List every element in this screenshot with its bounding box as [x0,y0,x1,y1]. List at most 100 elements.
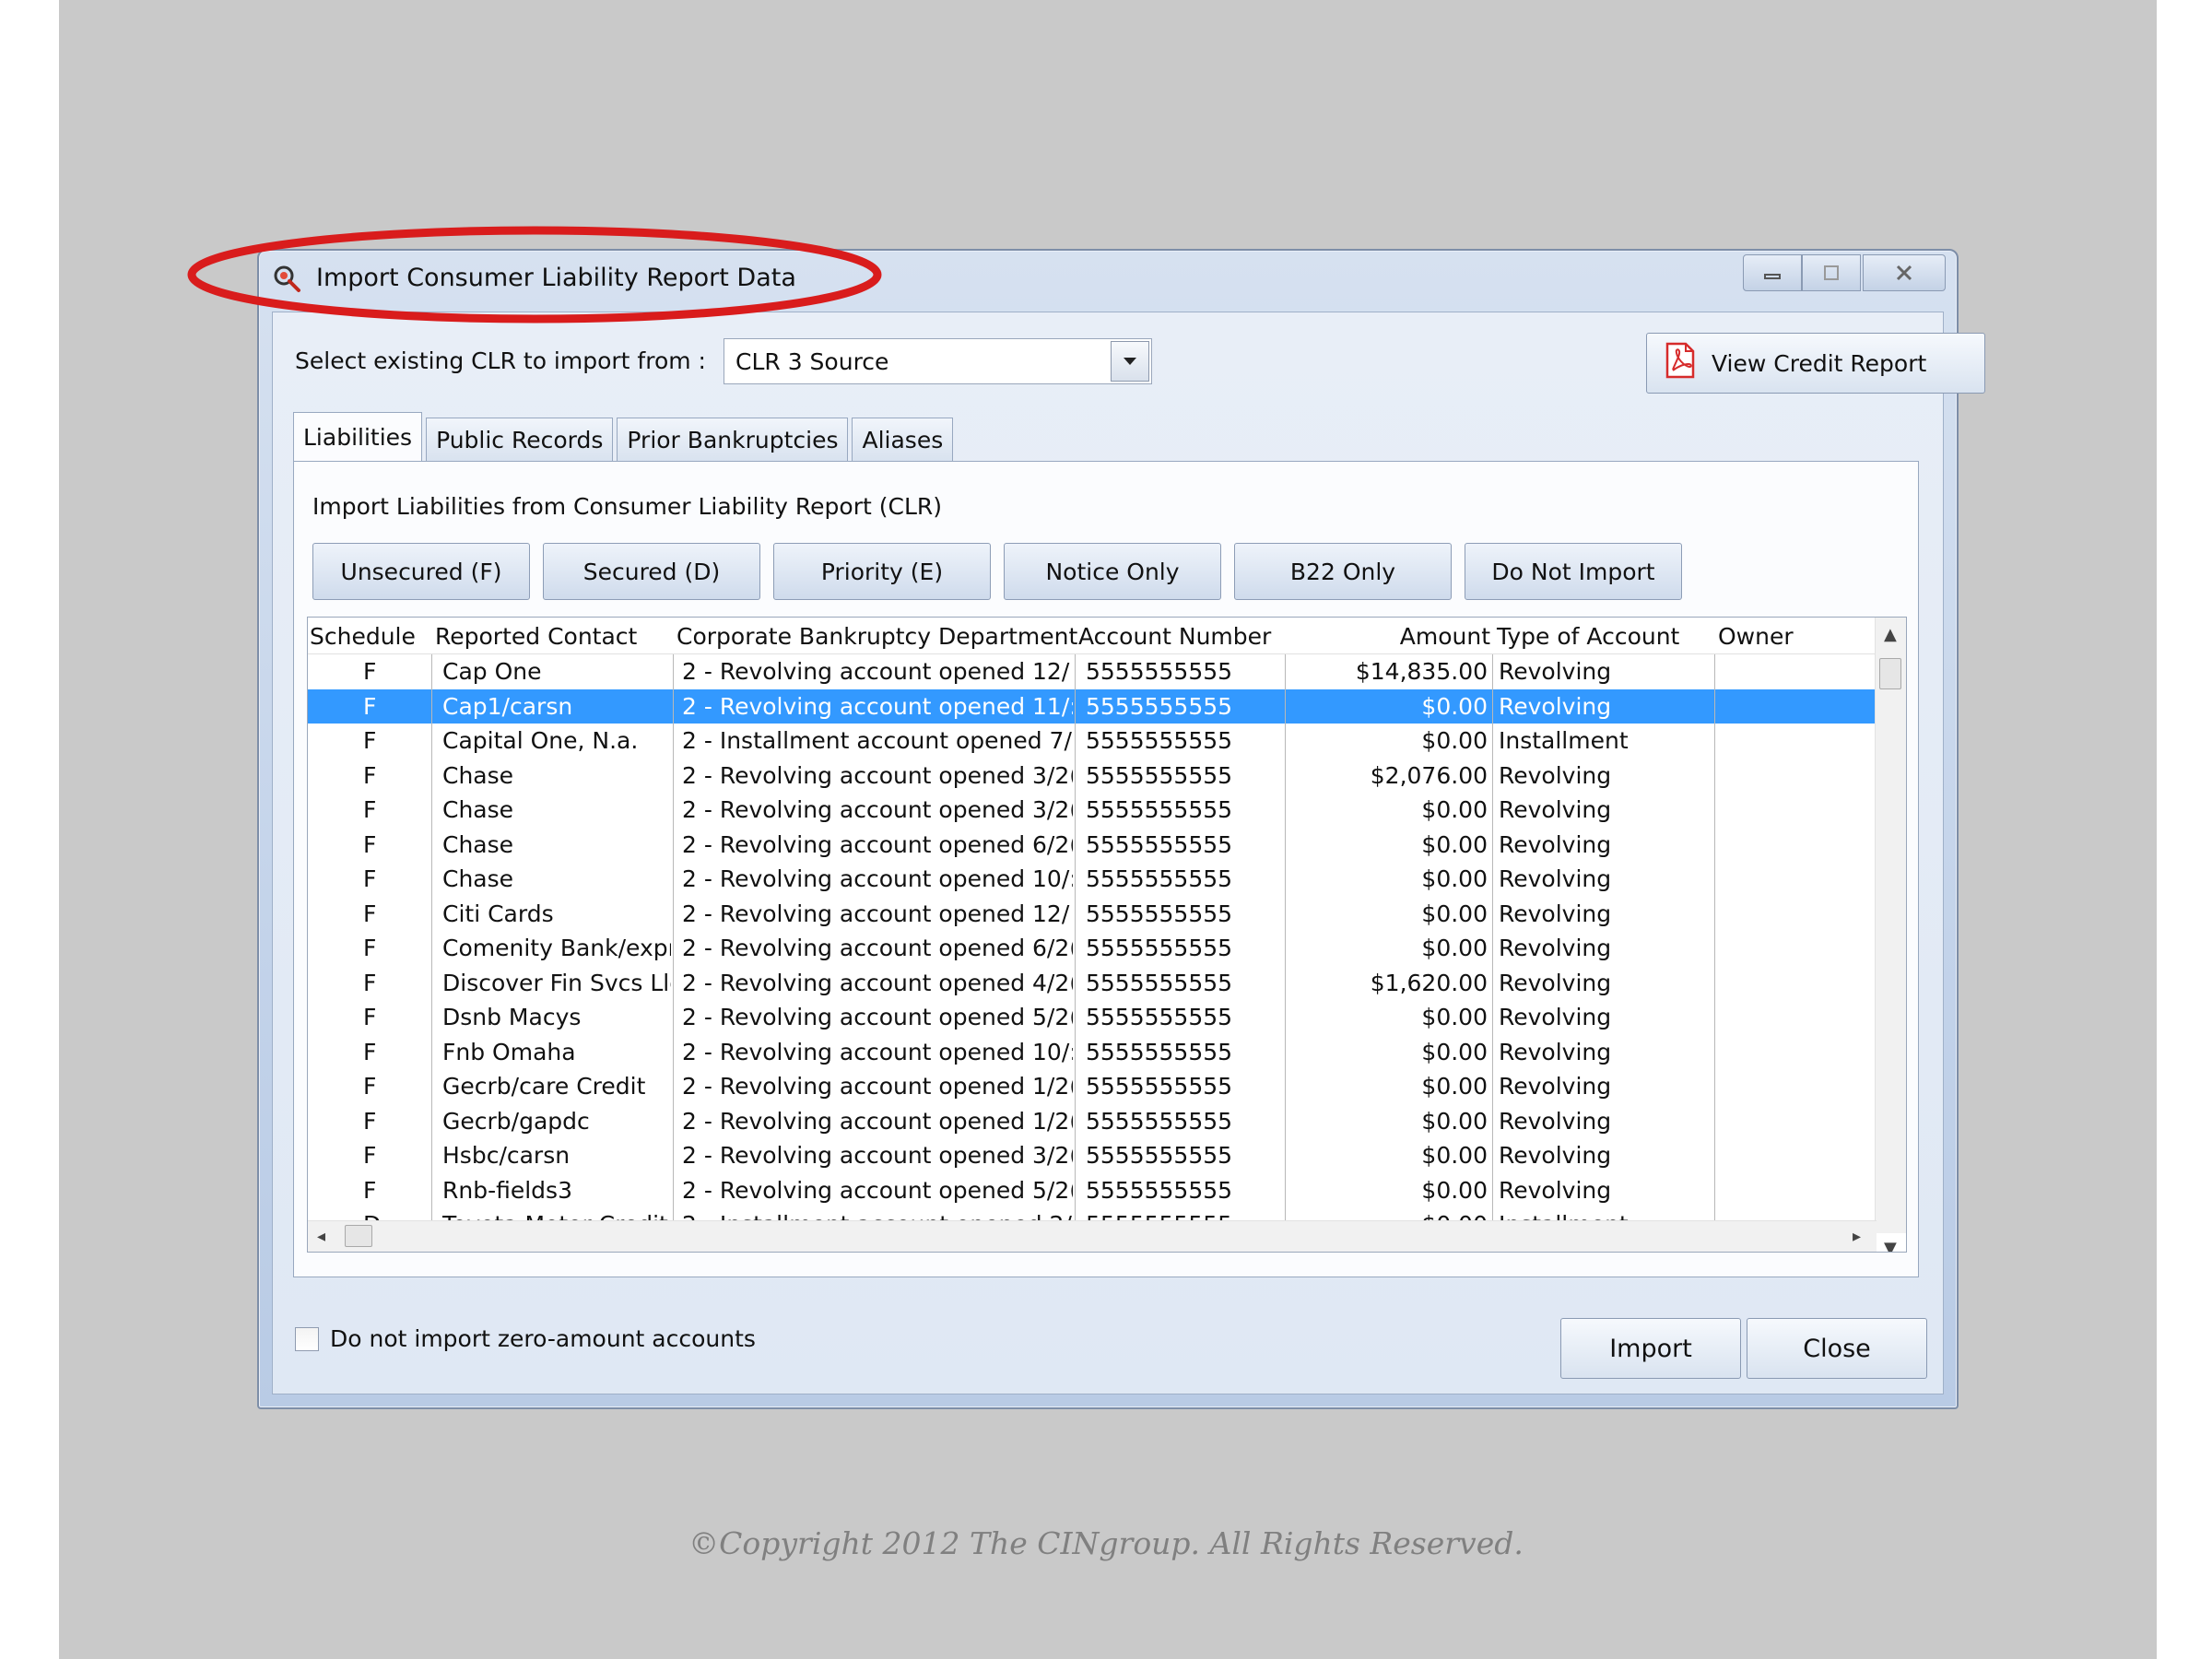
column-divider [1075,654,1076,1231]
table-row[interactable]: F Chase 2 - Revolving account opened 3/2(5… [308,759,1875,794]
column-divider [673,654,674,1231]
vertical-scrollbar[interactable]: ▲ [1875,618,1906,1233]
cell-amount: $0.00 [1421,935,1488,961]
tab-aliases[interactable]: Aliases [852,418,954,462]
cell-dept: 2 - Revolving account opened 1/2( [682,1107,1073,1135]
cell-dept: 2 - Revolving account opened 12/ [682,658,1070,685]
cell-schedule: F [363,796,377,823]
view-credit-report-button[interactable]: View Credit Report [1646,333,1985,394]
zero-amount-checkbox[interactable] [295,1326,319,1351]
table-row[interactable]: F Chase 2 - Revolving account opened 6/2(5… [308,828,1875,863]
maximize-button[interactable] [1802,254,1861,291]
cell-dept: 2 - Revolving account opened 6/2( [682,830,1073,858]
import-button[interactable]: Import [1560,1318,1741,1379]
table-row[interactable]: F Cap1/carsn 2 - Revolving account opened … [308,688,1875,724]
table-row[interactable]: F Comenity Bank/expre 2 - Revolving accoun… [308,931,1875,966]
title-bar[interactable]: Import Consumer Liability Report Data [259,251,1957,312]
priority-button[interactable]: Priority (E) [773,543,991,600]
table-row[interactable]: F Rnb-fields3 2 - Revolving account opened… [308,1173,1875,1208]
scroll-down-icon[interactable]: ▼ [1884,1239,1897,1252]
cell-type: Revolving [1499,761,1612,789]
close-button-label: Close [1803,1334,1871,1363]
column-header-owner[interactable]: Owner [1718,623,1794,650]
tab-liabilities[interactable]: Liabilities [293,412,423,462]
unsecured-button[interactable]: Unsecured (F) [312,543,530,600]
cell-account: 5555555555 [1086,727,1233,754]
cell-amount: $0.00 [1421,1038,1488,1065]
secured-button[interactable]: Secured (D) [543,543,760,600]
column-header-department[interactable]: Corporate Bankruptcy Department [677,623,1077,650]
cell-account: 5555555555 [1086,935,1233,961]
table-row[interactable]: F Gecrb/gapdc 2 - Revolving account opened… [308,1104,1875,1139]
cell-contact: Cap One [442,658,542,685]
cell-contact: Chase [442,761,514,789]
pdf-icon [1664,342,1697,384]
cell-type: Revolving [1499,1004,1612,1030]
cell-type: Revolving [1499,658,1612,685]
cell-schedule: F [363,1176,377,1204]
table-row[interactable]: F Cap One 2 - Revolving account opened 12/… [308,654,1875,689]
scroll-up-icon[interactable]: ▲ [1884,625,1897,644]
table-row[interactable]: F Chase 2 - Revolving account opened 3/2(5… [308,793,1875,828]
tab-public-records[interactable]: Public Records [426,418,614,462]
column-header-amount[interactable]: Amount [1382,623,1490,650]
cell-amount: $0.00 [1421,1004,1488,1030]
clr-source-dropdown[interactable]: CLR 3 Source [724,338,1152,384]
zero-amount-option[interactable]: Do not import zero-amount accounts [295,1325,756,1352]
cell-type: Revolving [1499,969,1612,996]
b22-only-button[interactable]: B22 Only [1234,543,1452,600]
close-window-button[interactable] [1863,254,1946,291]
cell-type: Revolving [1499,1107,1612,1135]
table-row[interactable]: F Hsbc/carsn 2 - Revolving account opened … [308,1138,1875,1173]
cell-account: 5555555555 [1086,658,1233,685]
source-label: Select existing CLR to import from : [295,347,706,374]
cell-dept: 2 - Revolving account opened 11/: [682,692,1073,720]
cell-amount: $0.00 [1421,1107,1488,1135]
table-row[interactable]: F Gecrb/care Credit 2 - Revolving account … [308,1069,1875,1104]
tab-prior-bankruptcies[interactable]: Prior Bankruptcies [617,418,849,462]
cell-amount: $0.00 [1421,830,1488,858]
liabilities-panel: Import Liabilities from Consumer Liabili… [293,461,1919,1277]
cell-amount: $2,076.00 [1370,761,1488,789]
column-header-account[interactable]: Account Number [1078,623,1271,650]
notice-only-button[interactable]: Notice Only [1004,543,1221,600]
table-row[interactable]: F Discover Fin Svcs Llc 2 - Revolving acco… [308,966,1875,1001]
column-header-schedule[interactable]: Schedule [310,623,416,650]
table-header: Schedule Reported Contact Corporate Bank… [308,618,1875,654]
table-row[interactable]: F Fnb Omaha 2 - Revolving account opened 1… [308,1035,1875,1070]
horizontal-scrollbar[interactable]: ◂ ▸ [308,1220,1877,1252]
close-button[interactable]: Close [1747,1318,1927,1379]
cell-amount: $0.00 [1421,900,1488,927]
table-row[interactable]: F Capital One, N.a. 2 - Installment accoun… [308,724,1875,759]
cell-type: Revolving [1499,935,1612,961]
table-row[interactable]: F Dsnb Macys 2 - Revolving account opened … [308,1000,1875,1035]
chevron-down-icon[interactable] [1111,341,1149,382]
cell-contact: Gecrb/gapdc [442,1107,590,1135]
table-row[interactable]: F Citi Cards 2 - Revolving account opened … [308,897,1875,932]
cell-amount: $0.00 [1421,865,1488,892]
cell-account: 5555555555 [1086,796,1233,823]
cell-amount: $1,620.00 [1370,969,1488,996]
cell-schedule: F [363,658,377,685]
liabilities-table[interactable]: Schedule Reported Contact Corporate Bank… [307,617,1907,1253]
horizontal-scroll-thumb[interactable] [345,1225,372,1247]
table-row[interactable]: F Chase 2 - Revolving account opened 10/: 5… [308,862,1875,897]
minimize-button[interactable] [1743,254,1802,291]
cell-schedule: F [363,692,377,720]
tab-strip: Liabilities Public Records Prior Bankrup… [293,412,957,462]
column-header-type[interactable]: Type of Account [1497,623,1679,650]
table-body: F Cap One 2 - Revolving account opened 12/… [308,654,1875,1241]
cell-type: Revolving [1499,796,1612,823]
vertical-scroll-thumb[interactable] [1879,658,1901,689]
cell-type: Revolving [1499,830,1612,858]
scroll-left-icon[interactable]: ◂ [317,1227,325,1246]
cell-amount: $0.00 [1421,796,1488,823]
cell-contact: Dsnb Macys [442,1004,582,1030]
cell-dept: 2 - Revolving account opened 3/2( [682,761,1073,789]
magnifier-icon [272,264,301,293]
scroll-right-icon[interactable]: ▸ [1853,1227,1861,1246]
cell-dept: 2 - Revolving account opened 6/2( [682,935,1073,961]
column-header-contact[interactable]: Reported Contact [435,623,637,650]
cell-dept: 2 - Revolving account opened 12/ [682,900,1070,927]
do-not-import-button[interactable]: Do Not Import [1465,543,1682,600]
